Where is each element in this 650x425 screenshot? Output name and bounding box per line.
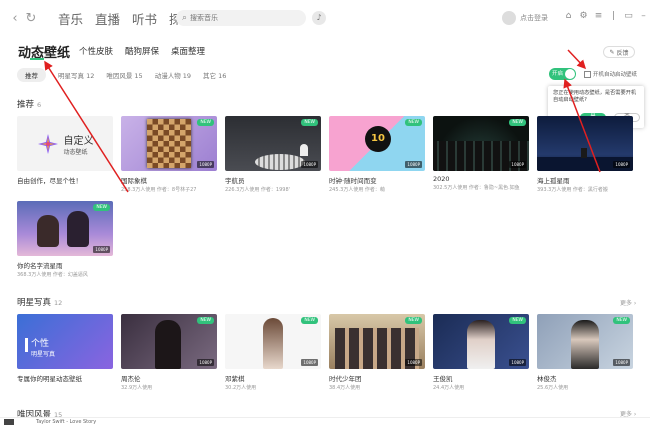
- login-link[interactable]: 点击登录: [520, 13, 548, 23]
- card-thumbnail: 10 NEW 1080P: [329, 116, 425, 171]
- category-scenery[interactable]: 唯因风景 15: [106, 70, 142, 80]
- card-astronaut[interactable]: NEW 1080P 宇航员 226.3万人使用 作者：1998': [225, 116, 321, 193]
- card-usage: 24.4万人使用: [433, 385, 465, 391]
- card-name: 宇航员: [225, 177, 245, 185]
- card-name: 海上孤星雨: [537, 177, 570, 185]
- card-thumbnail: NEW 1080P: [121, 314, 217, 369]
- card-name: 国际象棋: [121, 177, 147, 185]
- card-2020[interactable]: NEW 1080P 2020 302.5万人使用 作者：鲁隐~黑色.如鱼: [433, 116, 529, 191]
- autostart-checkbox[interactable]: [584, 70, 591, 78]
- card-chess[interactable]: NEW 1080P 国际象棋 258.3万人使用 作者：8号林子27: [121, 116, 217, 193]
- tab-screensaver[interactable]: 酷狗屏保: [125, 45, 159, 57]
- card-star-custom[interactable]: 个性 明星写真 专属你的明星动态壁纸: [17, 314, 113, 383]
- card-name: 自由创作，尽显个性！: [17, 177, 82, 185]
- divider: |: [611, 11, 616, 21]
- card-thumbnail: 自定义 动态壁纸: [17, 116, 113, 171]
- back-icon[interactable]: ‹: [8, 11, 22, 26]
- star-logo-icon: [37, 133, 58, 154]
- section-title-recommend: 推荐 6: [17, 100, 42, 110]
- popup-message: 您正在使用动态壁纸，是否需要开机自动启动壁纸?: [553, 90, 637, 103]
- top-bar: ‹ ↻ 音乐 直播 听书 探索 ⌕ ♪ 点击登录 ⌂ ⚙ ≡ | ▭ – □ ×: [0, 0, 650, 36]
- category-filter: 推荐 明星写真 12 唯因风景 15 动漫人物 19 其它 16: [17, 68, 226, 82]
- search-box[interactable]: ⌕: [176, 10, 306, 26]
- category-stars[interactable]: 明星写真 12: [58, 70, 94, 80]
- feedback-button[interactable]: ✎ 反馈: [603, 46, 635, 58]
- card-jay-chou[interactable]: NEW 1080P 周杰伦 32.9万人使用: [121, 314, 217, 391]
- active-tab-indicator: [30, 58, 44, 60]
- card-karry[interactable]: NEW 1080P 王俊凯 24.4万人使用: [433, 314, 529, 391]
- card-thumbnail: NEW 1080P: [433, 314, 529, 369]
- card-thumbnail: NEW 1080P: [433, 116, 529, 171]
- card-thumbnail: 个性 明星写真: [17, 314, 113, 369]
- card-thumbnail: NEW 1080P: [225, 314, 321, 369]
- card-thumbnail: NEW 1080P: [329, 314, 425, 369]
- tab-desktop[interactable]: 桌面整理: [171, 45, 205, 57]
- card-custom[interactable]: 自定义 动态壁纸 自由创作，尽显个性！: [17, 116, 113, 185]
- card-gem[interactable]: NEW 1080P 邓紫棋 30.2万人使用: [225, 314, 321, 391]
- arrow-to-checkbox: [567, 49, 587, 70]
- card-usage: 302.5万人使用 作者：鲁隐~黑色.如鱼: [433, 185, 520, 191]
- nav-live[interactable]: 直播: [95, 9, 120, 28]
- wallpaper-toggle[interactable]: 开启: [549, 68, 576, 80]
- card-thumbnail: 1080P: [537, 116, 633, 171]
- card-name: 林俊杰: [537, 375, 557, 383]
- shirt-skin-icon[interactable]: ⌂: [564, 11, 573, 21]
- settings-icon[interactable]: ⚙: [579, 11, 588, 21]
- card-usage: 368.3万人使用 作者：幻盖逼风: [17, 272, 88, 278]
- card-thumbnail: NEW 1080P: [225, 116, 321, 171]
- card-name: 王俊凯: [433, 375, 453, 383]
- category-other[interactable]: 其它 16: [203, 70, 226, 80]
- toggle-knob: [565, 69, 575, 79]
- tab-skins[interactable]: 个性皮肤: [79, 45, 113, 57]
- stars-more-link[interactable]: 更多 ›: [620, 298, 636, 307]
- avatar[interactable]: [502, 11, 516, 25]
- category-recommend[interactable]: 推荐: [17, 68, 46, 82]
- autostart-label: 开机自动启动壁纸: [593, 72, 638, 78]
- card-usage: 226.3万人使用 作者：1998': [225, 187, 291, 193]
- page-title[interactable]: 动态壁纸: [18, 42, 70, 61]
- card-thumbnail: NEW 1080P: [537, 314, 633, 369]
- card-thumbnail: NEW 1080P: [17, 201, 113, 256]
- card-name: 时钟·随时间而变: [329, 177, 377, 185]
- card-your-name[interactable]: NEW 1080P 你的名字流星雨 368.3万人使用 作者：幻盖逼风: [17, 201, 113, 278]
- card-usage: 25.6万人使用: [537, 385, 569, 391]
- card-tnt[interactable]: NEW 1080P 时代少年团 38.4万人使用: [329, 314, 425, 391]
- nav-audiobook[interactable]: 听书: [132, 9, 157, 28]
- card-usage: 258.3万人使用 作者：8号林子27: [121, 187, 197, 193]
- section-title-stars: 明星写真 12: [17, 298, 63, 308]
- card-sea-star[interactable]: 1080P 海上孤星雨 393.3万人使用 作者：黑行者搬: [537, 116, 633, 193]
- card-usage: 30.2万人使用: [225, 385, 257, 391]
- search-input[interactable]: [190, 14, 291, 22]
- menu-icon[interactable]: ≡: [594, 11, 603, 21]
- card-jj-lin[interactable]: NEW 1080P 林俊杰 25.6万人使用: [537, 314, 633, 391]
- card-name: 邓紫棋: [225, 375, 245, 383]
- nav-music[interactable]: 音乐: [58, 9, 83, 28]
- sub-tabs: 个性皮肤 酷狗屏保 桌面整理: [79, 45, 205, 57]
- card-name: 2020: [433, 175, 450, 183]
- card-name: 时代少年团: [329, 375, 362, 383]
- player-bar: Taylor Swift - Love Story: [0, 417, 650, 425]
- wallpaper-toggle-group: 开启 开机自动启动壁纸: [549, 68, 637, 80]
- album-cover[interactable]: [4, 419, 14, 425]
- search-icon: ⌕: [182, 13, 188, 23]
- edit-icon: ✎: [609, 48, 615, 56]
- minimize-icon[interactable]: –: [639, 11, 648, 21]
- card-name: 周杰伦: [121, 375, 141, 383]
- main-nav: 音乐 直播 听书 探索: [58, 9, 194, 28]
- card-thumbnail: NEW 1080P: [121, 116, 217, 171]
- category-anime[interactable]: 动漫人物 19: [155, 70, 191, 80]
- card-clock[interactable]: 10 NEW 1080P 时钟·随时间而变 245.3万人使用 作者：萌: [329, 116, 425, 193]
- window-controls: ⌂ ⚙ ≡ | ▭ – □ ×: [564, 11, 650, 21]
- card-usage: 32.9万人使用: [121, 385, 153, 391]
- refresh-icon[interactable]: ↻: [24, 11, 38, 26]
- card-usage: 393.3万人使用 作者：黑行者搬: [537, 187, 608, 193]
- mini-mode-icon[interactable]: ▭: [624, 11, 633, 21]
- card-name: 你的名字流星雨: [17, 262, 63, 270]
- card-name: 专属你的明星动态壁纸: [17, 375, 82, 383]
- listen-recognize-icon[interactable]: ♪: [312, 11, 326, 25]
- card-usage: 245.3万人使用 作者：萌: [329, 187, 385, 193]
- card-usage: 38.4万人使用: [329, 385, 361, 391]
- now-playing[interactable]: Taylor Swift - Love Story: [36, 419, 96, 425]
